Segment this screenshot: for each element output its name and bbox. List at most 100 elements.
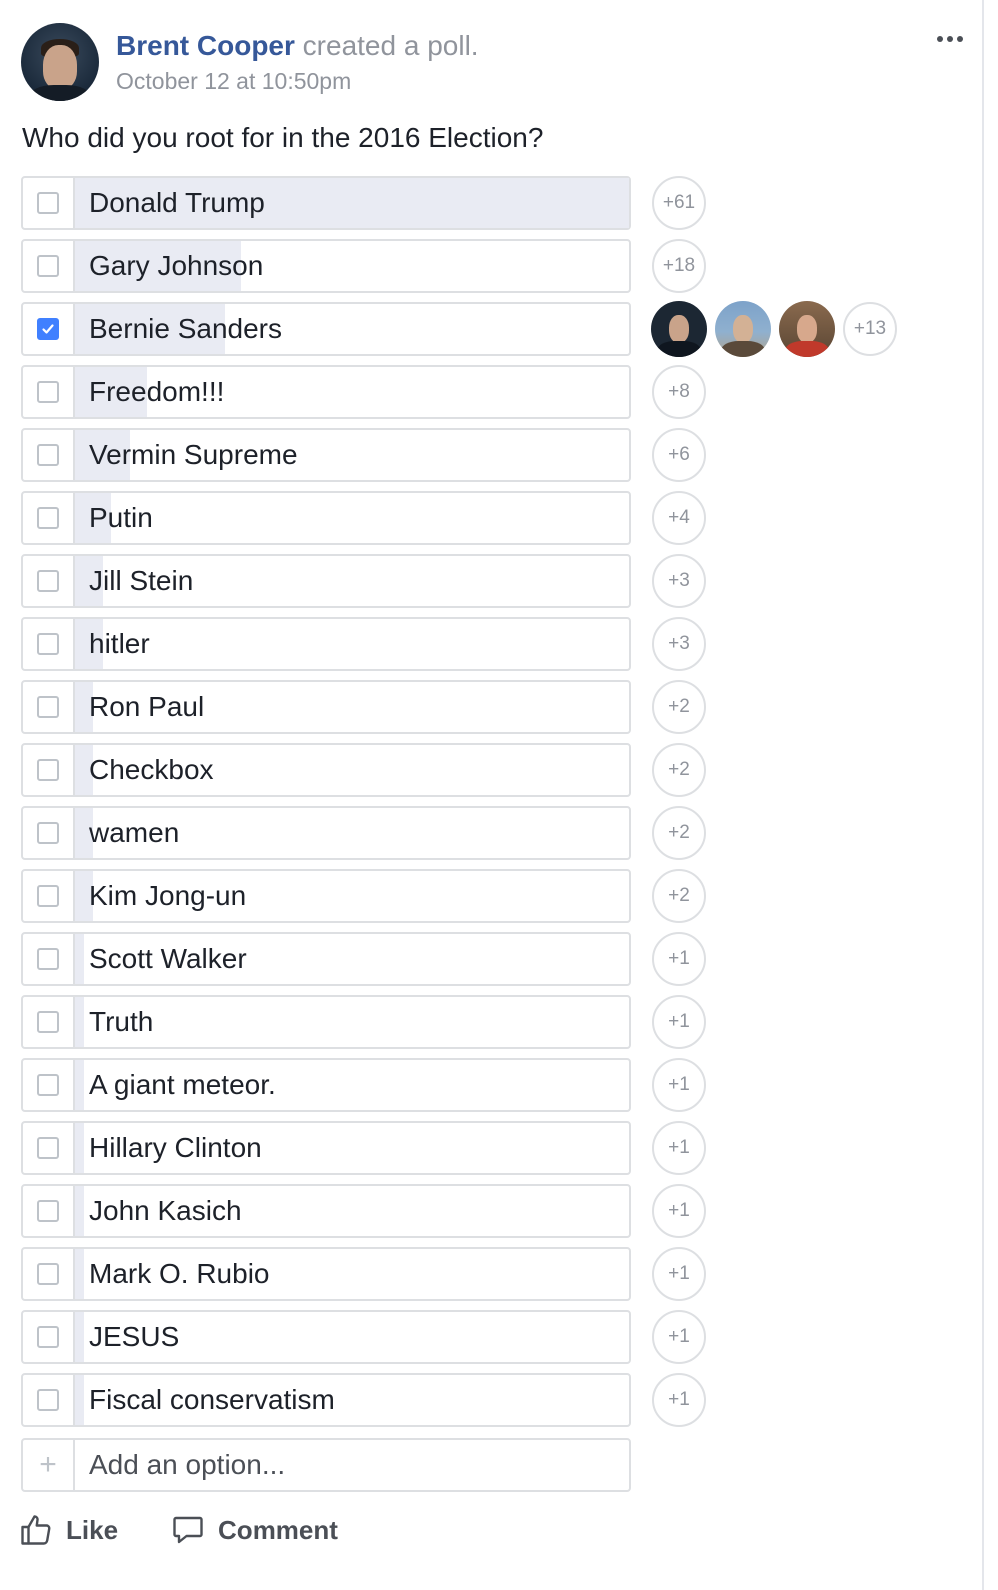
poll-option[interactable]: Scott Walker [21, 932, 631, 986]
poll-option[interactable]: Kim Jong-un [21, 869, 631, 923]
option-label: A giant meteor. [89, 1069, 276, 1100]
poll-option[interactable]: Freedom!!! [21, 365, 631, 419]
poll-option[interactable]: hitler [21, 617, 631, 671]
vote-count-badge[interactable]: +18 [652, 239, 706, 293]
more-options-icon[interactable] [928, 26, 972, 52]
vote-count-badge[interactable]: +1 [652, 995, 706, 1049]
option-checkbox[interactable] [37, 1137, 59, 1159]
vote-count-badge[interactable]: +1 [652, 1373, 706, 1427]
post-actions-bar: Like Comment [18, 1512, 338, 1548]
option-label: Checkbox [89, 754, 214, 785]
option-checkbox[interactable] [37, 444, 59, 466]
option-label: Donald Trump [89, 187, 265, 218]
vote-count-badge[interactable]: +1 [652, 1058, 706, 1112]
option-label: Putin [89, 502, 153, 533]
option-checkbox[interactable] [37, 255, 59, 277]
poll-option[interactable]: Checkbox [21, 743, 631, 797]
option-checkbox[interactable] [37, 1011, 59, 1033]
vote-count-badge[interactable]: +3 [652, 554, 706, 608]
option-checkbox[interactable] [37, 507, 59, 529]
poll-option[interactable]: A giant meteor. [21, 1058, 631, 1112]
option-label: Freedom!!! [89, 376, 225, 407]
add-option-placeholder: Add an option... [89, 1449, 286, 1480]
option-checkbox[interactable] [37, 633, 59, 655]
vote-count-badge[interactable]: +2 [652, 806, 706, 860]
author-avatar[interactable] [21, 23, 99, 101]
option-label: Hillary Clinton [89, 1132, 262, 1163]
voter-avatar[interactable] [715, 301, 771, 357]
like-button[interactable]: Like [18, 1512, 118, 1548]
option-label: Vermin Supreme [89, 439, 298, 470]
vote-count-badge[interactable]: +2 [652, 869, 706, 923]
vote-count-badge[interactable]: +1 [652, 1310, 706, 1364]
vote-count-badge[interactable]: +1 [652, 932, 706, 986]
option-checkbox[interactable] [37, 885, 59, 907]
vote-count-badge[interactable]: +6 [652, 428, 706, 482]
vote-count-badge[interactable]: +61 [652, 176, 706, 230]
option-checkbox[interactable] [37, 759, 59, 781]
poll-option[interactable]: Jill Stein [21, 554, 631, 608]
post-timestamp[interactable]: October 12 at 10:50pm [116, 68, 351, 95]
option-checkbox[interactable] [37, 318, 59, 340]
option-label: Ron Paul [89, 691, 205, 722]
vote-count-badge[interactable]: +1 [652, 1121, 706, 1175]
option-label: John Kasich [89, 1195, 242, 1226]
checkmark-icon [42, 324, 54, 334]
option-checkbox[interactable] [37, 1263, 59, 1285]
option-checkbox[interactable] [37, 1200, 59, 1222]
poll-option[interactable]: Putin [21, 491, 631, 545]
vote-count-badge[interactable]: +8 [652, 365, 706, 419]
poll-option[interactable]: Ron Paul [21, 680, 631, 734]
option-label: Fiscal conservatism [89, 1384, 335, 1415]
option-label: Truth [89, 1006, 154, 1037]
option-checkbox[interactable] [37, 1074, 59, 1096]
thumbs-up-icon [18, 1512, 54, 1548]
option-checkbox[interactable] [37, 696, 59, 718]
poll-option[interactable]: wamen [21, 806, 631, 860]
poll-option[interactable]: Truth [21, 995, 631, 1049]
add-option-input[interactable]: + Add an option... [21, 1438, 631, 1492]
poll-option[interactable]: Fiscal conservatism [21, 1373, 631, 1427]
poll-option[interactable]: Hillary Clinton [21, 1121, 631, 1175]
post-action-text: created a poll. [294, 30, 479, 61]
plus-icon: + [39, 1448, 57, 1481]
option-label: JESUS [89, 1321, 180, 1352]
speech-bubble-icon [170, 1512, 206, 1548]
poll-post-card: Brent Cooper created a poll. October 12 … [0, 0, 984, 1590]
option-checkbox[interactable] [37, 1389, 59, 1411]
vote-count-badge[interactable]: +1 [652, 1184, 706, 1238]
post-header: Brent Cooper created a poll. [116, 28, 479, 64]
voter-avatar[interactable] [779, 301, 835, 357]
vote-count-badge[interactable]: +3 [652, 617, 706, 671]
option-label: Bernie Sanders [89, 313, 283, 344]
vote-count-badge[interactable]: +1 [652, 1247, 706, 1301]
option-label: Gary Johnson [89, 250, 264, 281]
poll-option[interactable]: Vermin Supreme [21, 428, 631, 482]
poll-option[interactable]: Gary Johnson [21, 239, 631, 293]
poll-option[interactable]: Bernie Sanders [21, 302, 631, 356]
voter-avatar[interactable] [651, 301, 707, 357]
option-checkbox[interactable] [37, 570, 59, 592]
option-checkbox[interactable] [37, 1326, 59, 1348]
comment-label: Comment [218, 1514, 338, 1545]
option-checkbox[interactable] [37, 822, 59, 844]
vote-count-badge[interactable]: +13 [843, 302, 897, 356]
option-checkbox[interactable] [37, 948, 59, 970]
author-name-link[interactable]: Brent Cooper [116, 30, 295, 61]
option-label: Kim Jong-un [89, 880, 247, 911]
vote-count-badge[interactable]: +4 [652, 491, 706, 545]
option-label: wamen [89, 817, 180, 848]
option-checkbox[interactable] [37, 381, 59, 403]
comment-button[interactable]: Comment [170, 1512, 338, 1548]
poll-option[interactable]: John Kasich [21, 1184, 631, 1238]
option-label: Mark O. Rubio [89, 1258, 270, 1289]
vote-count-badge[interactable]: +2 [652, 743, 706, 797]
poll-option[interactable]: JESUS [21, 1310, 631, 1364]
option-checkbox[interactable] [37, 192, 59, 214]
option-label: Jill Stein [89, 565, 194, 596]
poll-option[interactable]: Donald Trump [21, 176, 631, 230]
like-label: Like [66, 1514, 119, 1545]
poll-option[interactable]: Mark O. Rubio [21, 1247, 631, 1301]
vote-count-badge[interactable]: +2 [652, 680, 706, 734]
option-label: hitler [89, 628, 150, 659]
